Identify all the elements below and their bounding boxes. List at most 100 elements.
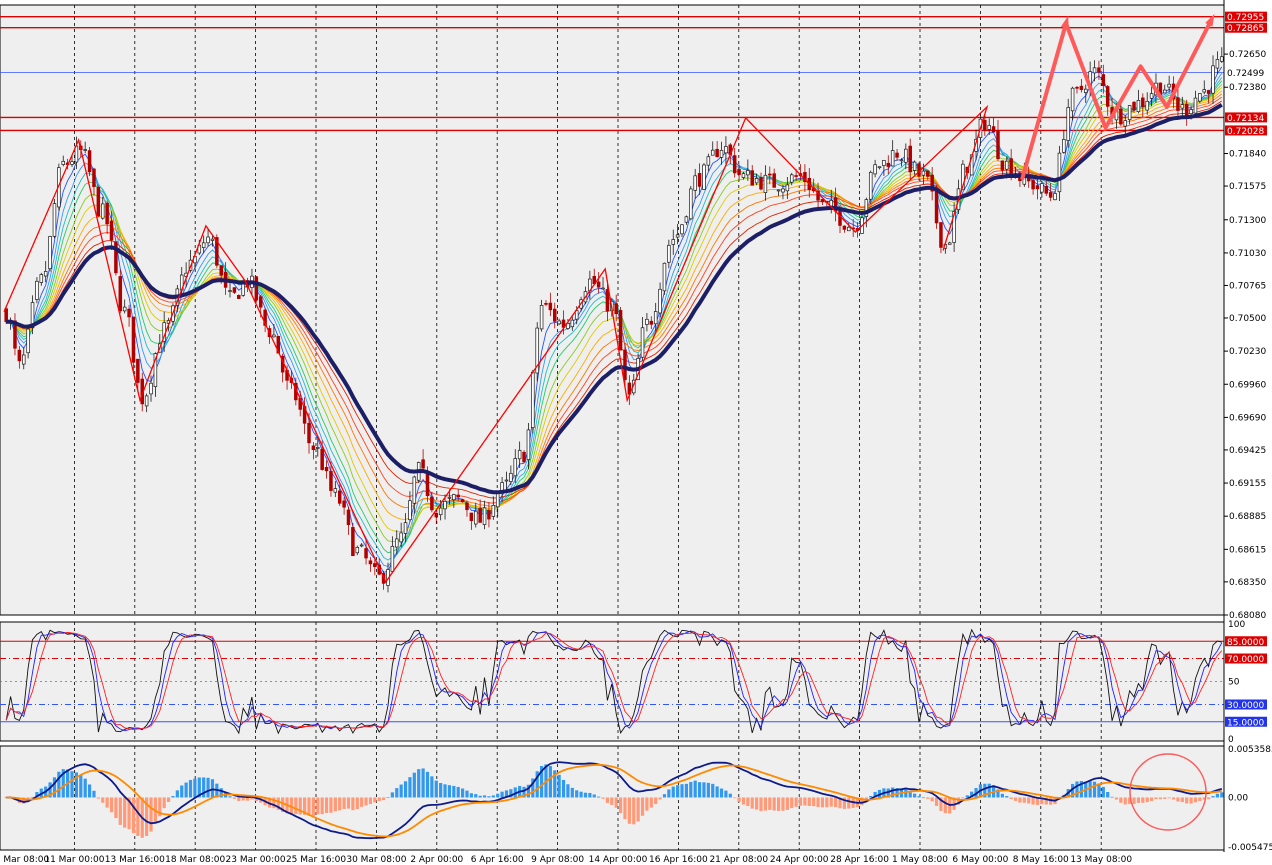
candle-body (794, 175, 798, 177)
candle-body (1184, 103, 1189, 116)
macd-histogram-bar (469, 793, 473, 798)
candle-body (201, 242, 206, 248)
candle-body (35, 280, 39, 300)
candle-body (70, 161, 74, 165)
macd-histogram-bar (171, 796, 175, 798)
macd-histogram-bar (1176, 797, 1180, 802)
time-label: 14 Apr 00:00 (589, 855, 648, 865)
candle-body (307, 423, 311, 444)
candle-body (785, 184, 790, 192)
macd-histogram-bar (329, 797, 333, 813)
macd-histogram-bar (750, 797, 754, 809)
candle-body (443, 500, 447, 510)
macd-histogram-bar (1018, 797, 1022, 803)
candle-body (1163, 89, 1167, 94)
candle-body (1005, 160, 1009, 170)
candle-body (895, 152, 899, 158)
candle-body (1035, 185, 1040, 190)
candle-body (557, 320, 561, 325)
macd-histogram-bar (478, 795, 482, 798)
macd-histogram-bar (632, 797, 636, 825)
time-label: 9 Apr 08:00 (531, 855, 584, 865)
candle-body (886, 162, 891, 167)
candle-body (131, 316, 136, 363)
candle-body (715, 148, 719, 157)
candle-body (100, 203, 105, 219)
candle-body (421, 459, 425, 469)
macd-histogram-bar (706, 782, 710, 798)
candle-body (504, 479, 509, 482)
price-tick-label: 0.69960 (1229, 380, 1266, 390)
candle-body (228, 290, 232, 292)
candle-body (1048, 192, 1053, 198)
macd-histogram-bar (645, 797, 649, 811)
candle-body (395, 538, 399, 548)
macd-histogram-bar (913, 793, 917, 798)
macd-histogram-bar (166, 797, 171, 802)
macd-histogram-bar (755, 797, 759, 810)
candle-body (1000, 160, 1005, 171)
candle-body (614, 303, 618, 315)
macd-histogram-bar (566, 784, 570, 798)
candle-body (1075, 86, 1079, 89)
macd-histogram-bar (443, 784, 447, 798)
candle-body (1141, 97, 1145, 108)
macd-histogram-bar (1163, 797, 1167, 799)
time-label: 6 May 00:00 (952, 855, 1008, 865)
candle-body (544, 303, 548, 305)
macd-histogram-bar (1189, 797, 1193, 804)
macd-histogram-bar (592, 794, 596, 798)
macd-histogram-bar (1123, 797, 1127, 805)
candle-body (1180, 104, 1185, 109)
price-tick-label: 0.69155 (1229, 479, 1266, 489)
candle-body (768, 173, 772, 176)
candle-body (320, 449, 324, 470)
macd-histogram-bar (118, 797, 122, 825)
macd-histogram-bar (175, 790, 179, 798)
candle-body (706, 156, 711, 166)
candle-body (430, 496, 434, 511)
macd-histogram-bar (759, 797, 763, 812)
candle-body (1079, 85, 1084, 90)
macd-histogram-bar (728, 793, 732, 798)
candle-body (570, 319, 575, 328)
macd-histogram-bar (588, 792, 592, 798)
macd-histogram-bar (636, 797, 640, 822)
candle-body (122, 306, 127, 312)
macd-histogram-bar (294, 797, 298, 815)
macd-histogram-bar (83, 778, 87, 798)
candle-body (1092, 67, 1097, 74)
candle-body (408, 500, 412, 521)
macd-histogram-bar (1136, 797, 1141, 803)
candle-body (434, 512, 439, 518)
candle-body (693, 175, 697, 191)
macd-histogram-bar (430, 776, 434, 798)
macd-histogram-bar (1114, 797, 1119, 800)
macd-histogram-bar (1022, 797, 1026, 803)
macd-histogram-bar (583, 792, 588, 798)
candle-body (1220, 56, 1224, 62)
macd-histogram-bar (667, 789, 671, 798)
macd-histogram-bar (452, 785, 456, 798)
macd-histogram-bar (711, 783, 715, 798)
time-label: 13 May 08:00 (1070, 855, 1132, 865)
candle-body (539, 305, 544, 330)
candle-body (750, 170, 754, 186)
candle-body (882, 159, 886, 166)
macd-histogram-bar (1141, 797, 1145, 803)
candle-body (754, 178, 759, 184)
candle-body (316, 447, 320, 449)
stoch-axis-label: 0 (1228, 735, 1234, 745)
candle-body (491, 504, 496, 517)
macd-histogram-bar (623, 797, 627, 820)
macd-histogram-bar (491, 795, 495, 798)
macd-histogram-bar (460, 788, 465, 798)
macd-histogram-bar (105, 797, 109, 808)
macd-histogram-bar (228, 796, 232, 798)
macd-histogram-bar (741, 797, 746, 805)
candle-body (732, 155, 737, 174)
macd-histogram-bar (1005, 796, 1009, 798)
macd-histogram-bar (737, 797, 741, 802)
candle-body (908, 145, 912, 173)
macd-histogram-bar (702, 782, 706, 798)
